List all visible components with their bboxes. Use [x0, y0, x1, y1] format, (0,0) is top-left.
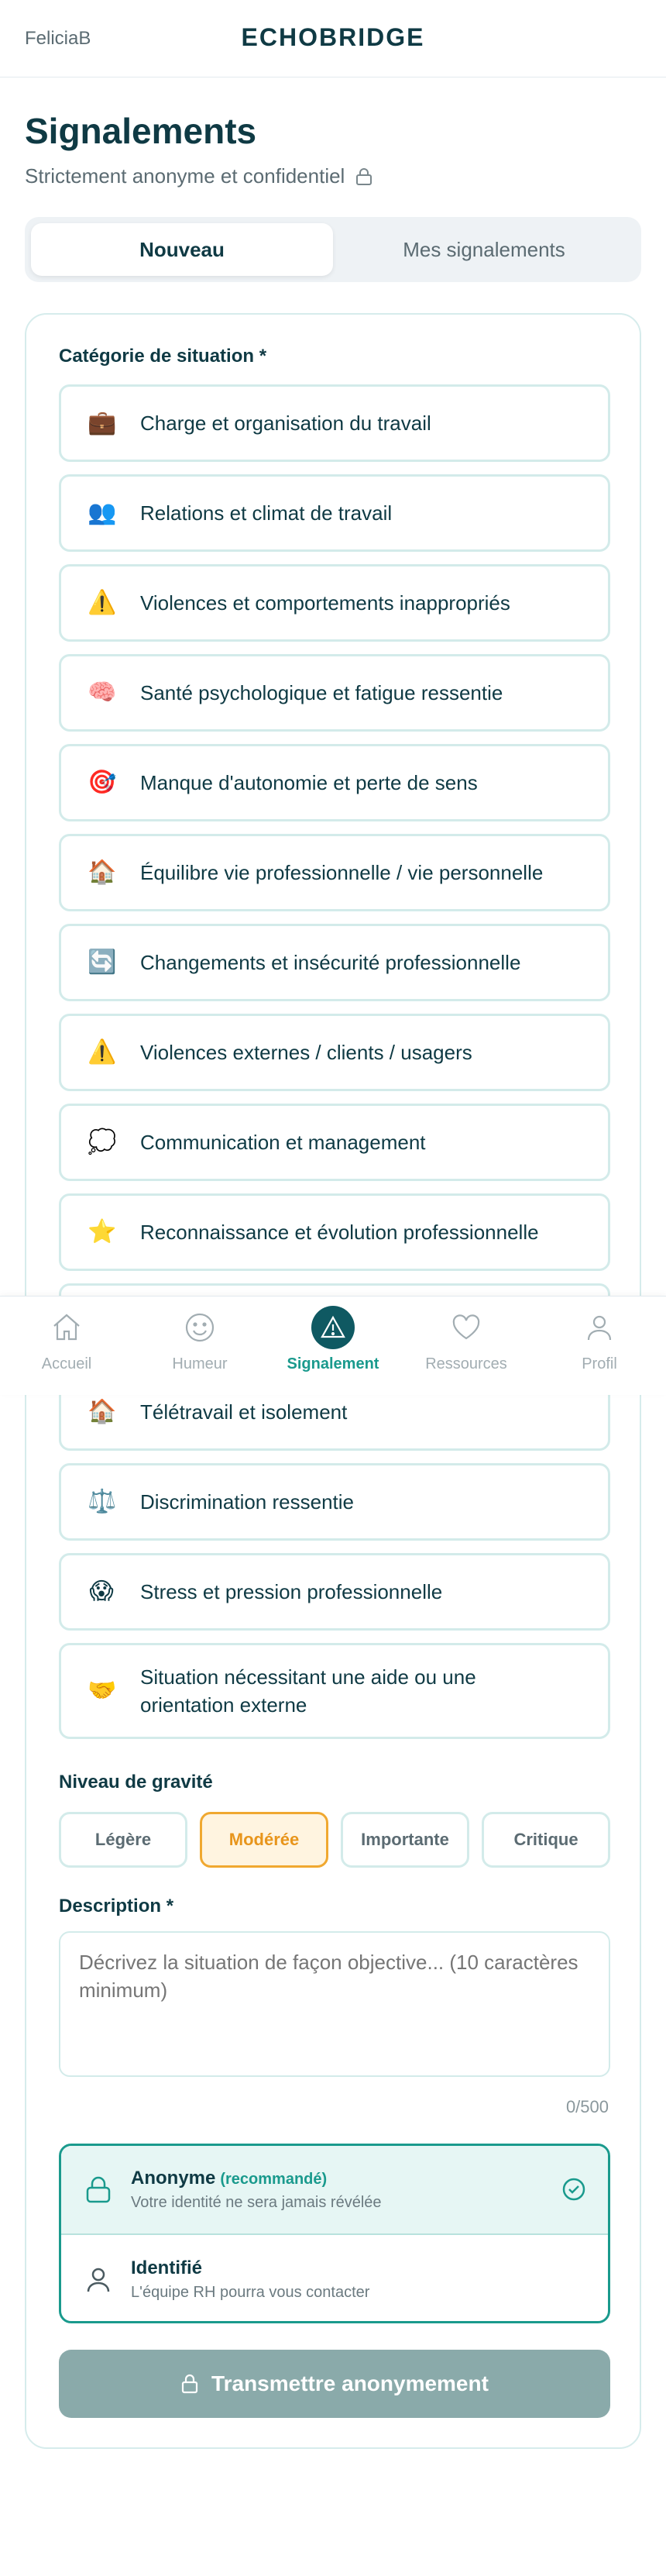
brand-logo: ECHOBRIDGE — [241, 23, 425, 51]
top-bar: FeliciaB ECHOBRIDGE — [0, 0, 666, 77]
page-subtitle: Strictement anonyme et confidentiel — [25, 164, 372, 188]
nav-label: Humeur — [172, 1355, 228, 1372]
warning-icon: ⚠️ — [88, 1039, 117, 1065]
tab-nouveau[interactable]: Nouveau — [31, 223, 333, 276]
category-option[interactable]: 👥 Relations et climat de travail — [59, 474, 610, 552]
anonymity-selector: Anonyme (recommandé) Votre identité ne se… — [59, 2144, 610, 2323]
anonymous-option[interactable]: Anonyme (recommandé) Votre identité ne se… — [61, 2146, 608, 2235]
category-label-text: Stress et pression professionnelle — [140, 1580, 443, 1603]
handshake-icon: 🤝 — [88, 1678, 117, 1703]
bottom-navigation: Accueil Humeur Signalement Ressources Pr… — [0, 1296, 666, 1395]
category-option[interactable]: 😱 Stress et pression professionnelle — [59, 1553, 610, 1631]
warning-icon: ⚠️ — [88, 590, 117, 615]
profile-icon — [587, 1315, 612, 1341]
speech-bubble-icon: 💭 — [88, 1129, 117, 1155]
category-option[interactable]: ⚠️ Violences et comportements inapproprié… — [59, 564, 610, 642]
category-option[interactable]: 🔄 Changements et insécurité professionnel… — [59, 924, 610, 1001]
category-label-text: Manque d'autonomie et perte de sens — [140, 771, 478, 794]
nav-humeur[interactable]: Humeur — [133, 1297, 266, 1395]
category-label-text: Télétravail et isolement — [140, 1400, 348, 1424]
house-icon: 🏠 — [88, 859, 117, 885]
category-label-text: Discrimination ressentie — [140, 1490, 354, 1514]
category-option[interactable]: 💼 Charge et organisation du travail — [59, 384, 610, 462]
house-icon: 🏠 — [88, 1399, 117, 1424]
check-circle-icon — [562, 2178, 585, 2201]
category-option[interactable]: 🧠 Santé psychologique et fatigue ressenti… — [59, 654, 610, 732]
severity-critique-button[interactable]: Critique — [482, 1812, 610, 1868]
recommended-tag: (recommandé) — [220, 2171, 328, 2188]
lock-icon — [181, 2374, 198, 2394]
description-field[interactable] — [59, 1931, 610, 2077]
identified-description: L'équipe RH pourra vous contacter — [131, 2284, 370, 2301]
nav-label: Profil — [582, 1355, 617, 1372]
subtitle-text: Strictement anonyme et confidentiel — [25, 164, 345, 188]
anonymous-description: Votre identité ne sera jamais révélée — [131, 2194, 382, 2211]
submit-label: Transmettre anonymement — [211, 2371, 489, 2395]
category-label-text: Santé psychologique et fatigue ressentie — [140, 681, 503, 704]
star-icon: ⭐ — [88, 1219, 117, 1245]
home-icon — [53, 1314, 80, 1341]
category-label-text: Communication et management — [140, 1131, 426, 1154]
category-label-text: Charge et organisation du travail — [140, 412, 431, 435]
nav-ressources[interactable]: Ressources — [400, 1297, 533, 1395]
nav-label: Accueil — [41, 1355, 92, 1372]
nav-signalement[interactable]: Signalement — [266, 1297, 400, 1395]
category-option[interactable]: 🏠 Équilibre vie professionnelle / vie per… — [59, 834, 610, 911]
severity-legere-button[interactable]: Légère — [59, 1812, 187, 1868]
person-icon — [87, 2268, 110, 2292]
identified-option[interactable]: Identifié L'équipe RH pourra vous contac… — [61, 2235, 608, 2321]
category-label-text: Relations et climat de travail — [140, 501, 393, 525]
lock-icon — [86, 2176, 111, 2202]
category-option[interactable]: 💭 Communication et management — [59, 1104, 610, 1181]
submit-button[interactable]: Transmettre anonymement — [59, 2350, 610, 2418]
nav-accueil[interactable]: Accueil — [0, 1297, 133, 1395]
severity-label: Niveau de gravité — [59, 1772, 213, 1793]
page-title: Signalements — [25, 111, 257, 151]
category-option[interactable]: 🤝 Situation nécessitant une aide ou une o… — [59, 1643, 610, 1739]
refresh-icon: 🔄 — [88, 949, 117, 975]
lock-icon — [356, 167, 372, 185]
smiley-icon — [185, 1313, 215, 1342]
category-label-text: Reconnaissance et évolution professionne… — [140, 1221, 539, 1244]
category-label-text: Changements et insécurité professionnell… — [140, 951, 521, 974]
anonymous-title: Anonyme — [131, 2168, 216, 2189]
category-label: Catégorie de situation * — [59, 346, 267, 367]
category-label-text: Situation nécessitant une aide ou une or… — [140, 1665, 476, 1717]
category-label-text: Violences externes / clients / usagers — [140, 1041, 472, 1064]
category-option[interactable]: ⚠️ Violences externes / clients / usagers — [59, 1014, 610, 1091]
category-label-text: Équilibre vie professionnelle / vie pers… — [140, 861, 544, 884]
nav-label: Signalement — [287, 1355, 379, 1372]
target-icon: 🎯 — [88, 770, 117, 795]
active-indicator — [311, 1306, 355, 1349]
severity-moderee-button[interactable]: Modérée — [200, 1812, 328, 1868]
tab-mes-signalements[interactable]: Mes signalements — [333, 223, 635, 276]
brain-icon: 🧠 — [88, 680, 117, 705]
description-label: Description * — [59, 1896, 174, 1917]
heart-icon — [452, 1314, 480, 1340]
category-option[interactable]: ⭐ Reconnaissance et évolution professionn… — [59, 1193, 610, 1271]
briefcase-icon: 💼 — [88, 410, 117, 436]
severity-importante-button[interactable]: Importante — [341, 1812, 469, 1868]
warning-triangle-icon — [321, 1315, 345, 1338]
scream-face-icon: 😱 — [89, 1579, 114, 1604]
scales-icon: ⚖️ — [88, 1489, 117, 1514]
people-icon: 👥 — [88, 500, 117, 525]
tab-bar: Nouveau Mes signalements — [25, 217, 641, 282]
nav-profil[interactable]: Profil — [533, 1297, 666, 1395]
category-option[interactable]: 🎯 Manque d'autonomie et perte de sens — [59, 744, 610, 821]
identified-title: Identifié — [131, 2257, 203, 2278]
char-counter: 0/500 — [565, 2097, 609, 2116]
nav-label: Ressources — [425, 1355, 507, 1372]
category-option[interactable]: ⚖️ Discrimination ressentie — [59, 1463, 610, 1541]
category-label-text: Violences et comportements inappropriés — [140, 591, 510, 615]
